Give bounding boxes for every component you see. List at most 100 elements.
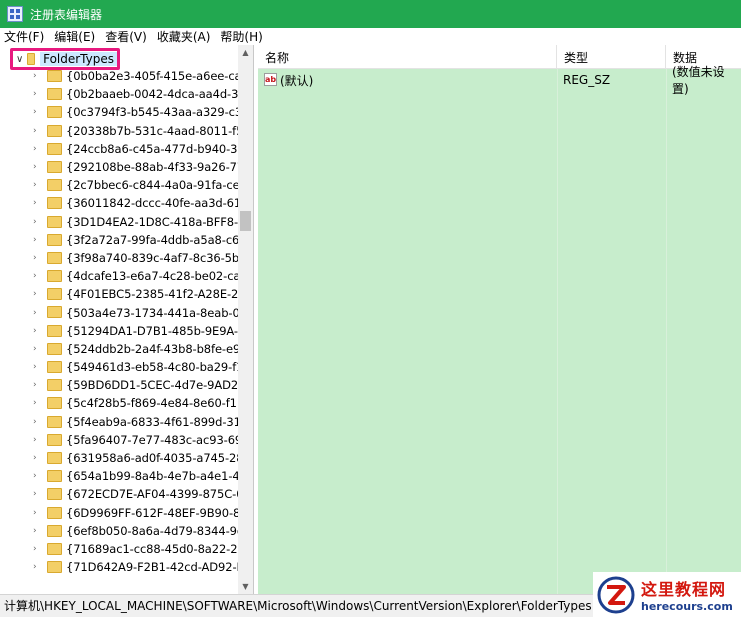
menu-file[interactable]: 文件(F)	[4, 28, 44, 45]
tree-item[interactable]: › {3f2a72a7-99fa-4ddb-a5a8-c604	[0, 231, 253, 249]
chevron-right-icon[interactable]: ›	[33, 107, 41, 117]
menu-favorites[interactable]: 收藏夹(A)	[157, 28, 211, 45]
scroll-down-icon[interactable]: ▼	[238, 579, 253, 594]
tree-item[interactable]: › {71D642A9-F2B1-42cd-AD92-EB9	[0, 558, 253, 576]
tree-item-label: {4F01EBC5-2385-41f2-A28E-2C5C	[66, 287, 254, 302]
folder-icon	[47, 470, 62, 483]
tree-item[interactable]: › {6D9969FF-612F-48EF-9B90-853F	[0, 504, 253, 522]
folder-icon	[47, 88, 62, 101]
tree-item[interactable]: › {3D1D4EA2-1D8C-418a-BFF8-F18	[0, 213, 253, 231]
tree-item[interactable]: › {0c3794f3-b545-43aa-a329-c374	[0, 103, 253, 121]
tree-item-label: {3f98a740-839c-4af7-8c36-5badf	[66, 250, 254, 265]
tree-item-label: {549461d3-eb58-4c80-ba29-f120	[66, 360, 254, 375]
column-name[interactable]: 名称	[258, 45, 557, 69]
tree-item[interactable]: › {503a4e73-1734-441a-8eab-01b3	[0, 303, 253, 321]
tree-item[interactable]: › {631958a6-ad0f-4035-a745-28ac	[0, 449, 253, 467]
tree-item-label: {0b2baaeb-0042-4dca-aa4d-3ee	[66, 87, 253, 102]
chevron-right-icon[interactable]: ›	[33, 89, 41, 99]
folder-icon	[47, 361, 62, 373]
registry-tree[interactable]: ∨ FolderTypes › {0b0ba2e3-405f-415e-a6ee-…	[0, 45, 254, 594]
chevron-right-icon[interactable]: ›	[33, 471, 41, 481]
tree-item-label: FolderTypes	[40, 52, 117, 66]
chevron-right-icon[interactable]: ›	[33, 235, 41, 245]
watermark-logo: 这里教程网 herecours.com	[593, 572, 741, 617]
tree-item[interactable]: › {0b0ba2e3-405f-415e-a6ee-cad6	[0, 67, 253, 85]
chevron-right-icon[interactable]: ›	[33, 344, 41, 354]
chevron-right-icon[interactable]: ›	[33, 289, 41, 299]
tree-item[interactable]: › {5c4f28b5-f869-4e84-8e60-f11db	[0, 394, 253, 412]
tree-item[interactable]: › {51294DA1-D7B1-485b-9E9A-17C	[0, 322, 253, 340]
folder-icon	[47, 270, 62, 283]
tree-item[interactable]: › {0b2baaeb-0042-4dca-aa4d-3ee	[0, 85, 252, 103]
folder-icon	[47, 288, 62, 301]
scroll-thumb[interactable]	[240, 211, 251, 231]
chevron-right-icon[interactable]: ›	[33, 562, 41, 572]
chevron-right-icon[interactable]: ›	[33, 326, 41, 336]
chevron-right-icon[interactable]: ›	[33, 271, 41, 281]
scroll-up-icon[interactable]: ▲	[238, 45, 253, 60]
folder-icon	[47, 561, 62, 574]
menu-edit[interactable]: 编辑(E)	[54, 28, 95, 45]
tree-item-label: {672ECD7E-AF04-4399-875C-029	[66, 487, 254, 502]
tree-item[interactable]: › {5fa96407-7e77-483c-ac93-691d	[0, 431, 253, 449]
tree-item[interactable]: › {59BD6DD1-5CEC-4d7e-9AD2-EC	[0, 376, 253, 394]
tree-item[interactable]: › {4F01EBC5-2385-41f2-A28E-2C5C	[0, 285, 253, 303]
chevron-right-icon[interactable]: ›	[33, 417, 41, 427]
window-title: 注册表编辑器	[30, 7, 103, 22]
value-type: REG_SZ	[563, 73, 611, 87]
chevron-right-icon[interactable]: ›	[33, 544, 41, 554]
chevron-right-icon[interactable]: ›	[33, 217, 41, 227]
chevron-right-icon[interactable]: ›	[33, 144, 41, 154]
chevron-right-icon[interactable]: ›	[33, 489, 41, 499]
chevron-right-icon[interactable]: ›	[33, 508, 41, 518]
value-name: (默认)	[280, 73, 314, 88]
tree-scrollbar[interactable]: ▲ ▼	[238, 45, 253, 594]
column-type[interactable]: 类型	[557, 45, 666, 69]
folder-icon	[27, 53, 36, 65]
menu-view[interactable]: 查看(V)	[105, 28, 147, 45]
tree-item[interactable]: › {36011842-dccc-40fe-aa3d-6177	[0, 194, 253, 212]
chevron-right-icon[interactable]: ›	[33, 253, 41, 263]
chevron-right-icon[interactable]: ›	[33, 398, 41, 408]
value-list[interactable]: 名称 类型 数据 ab (默认) REG_SZ (数值未设置)	[258, 45, 741, 594]
chevron-right-icon[interactable]: ›	[33, 162, 41, 172]
tree-item[interactable]: › {20338b7b-531c-4aad-8011-f5b3	[0, 122, 253, 140]
tree-item-label: {71D642A9-F2B1-42cd-AD92-EB9	[66, 560, 254, 575]
chevron-right-icon[interactable]: ›	[33, 71, 41, 81]
menu-help[interactable]: 帮助(H)	[220, 28, 262, 45]
tree-item[interactable]: › {672ECD7E-AF04-4399-875C-029	[0, 485, 253, 503]
tree-item[interactable]: › {6ef8b050-8a6a-4d79-8344-9dfb	[0, 522, 253, 540]
tree-item-label: {51294DA1-D7B1-485b-9E9A-17C	[66, 323, 254, 338]
tree-item[interactable]: › {3f98a740-839c-4af7-8c36-5badf	[0, 249, 253, 267]
folder-icon	[47, 142, 62, 155]
chevron-right-icon[interactable]: ›	[33, 198, 41, 208]
chevron-right-icon[interactable]: ›	[33, 435, 41, 445]
folder-icon	[47, 251, 62, 264]
watermark-z-icon	[597, 576, 635, 613]
folder-icon	[47, 306, 62, 319]
chevron-right-icon[interactable]: ›	[33, 380, 41, 390]
chevron-right-icon[interactable]: ›	[33, 308, 41, 318]
folder-icon	[47, 506, 62, 519]
tree-item-label: {0c3794f3-b545-43aa-a329-c374	[66, 105, 254, 120]
tree-item[interactable]: › {2c7bbec6-c844-4a0a-91fa-cef6f	[0, 176, 253, 194]
folder-icon	[47, 542, 62, 555]
chevron-down-icon[interactable]: ∨	[16, 54, 23, 65]
column-divider	[557, 69, 558, 594]
folder-icon	[47, 451, 62, 464]
tree-item[interactable]: › {654a1b99-8a4b-4e7b-a4e1-463	[0, 467, 253, 485]
tree-item[interactable]: › {5f4eab9a-6833-4f61-899d-31cf4	[0, 413, 253, 431]
tree-item[interactable]: › {24ccb8a6-c45a-477d-b940-3382	[0, 140, 253, 158]
tree-item[interactable]: › {292108be-88ab-4f33-9a26-7748	[0, 158, 253, 176]
chevron-right-icon[interactable]: ›	[33, 526, 41, 536]
tree-item[interactable]: › {549461d3-eb58-4c80-ba29-f120	[0, 358, 253, 376]
tree-item[interactable]: › {524ddb2b-2a4f-43b8-b8fe-e91e	[0, 340, 253, 358]
tree-item[interactable]: › {4dcafe13-e6a7-4c28-be02-ca8c	[0, 267, 253, 285]
tree-item-label: {24ccb8a6-c45a-477d-b940-3382	[66, 141, 254, 156]
chevron-right-icon[interactable]: ›	[33, 180, 41, 190]
chevron-right-icon[interactable]: ›	[33, 126, 41, 136]
chevron-right-icon[interactable]: ›	[33, 362, 41, 372]
value-row[interactable]: ab (默认) REG_SZ (数值未设置)	[258, 65, 741, 96]
chevron-right-icon[interactable]: ›	[33, 453, 41, 463]
tree-item[interactable]: › {71689ac1-cc88-45d0-8a22-2943	[0, 540, 253, 558]
